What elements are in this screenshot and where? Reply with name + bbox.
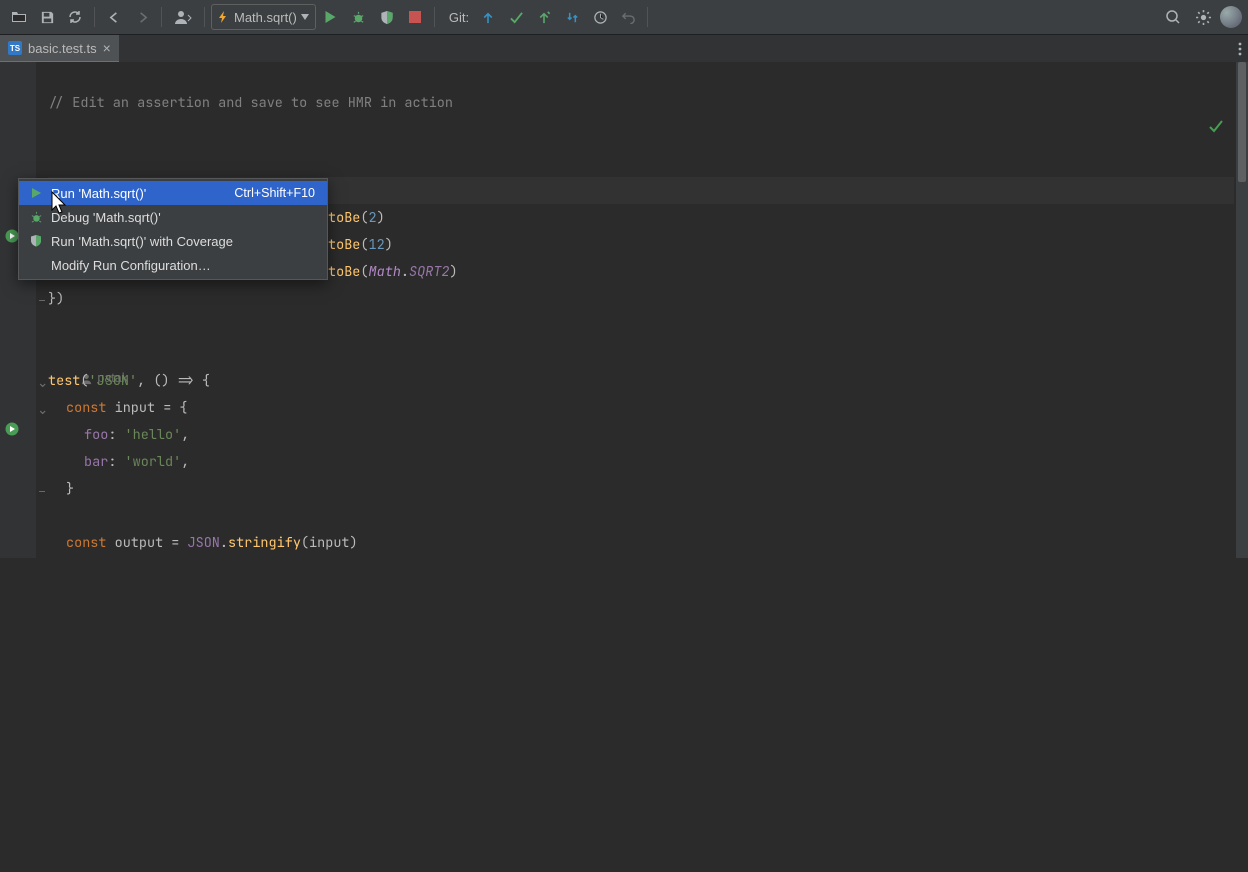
run-configuration-dropdown[interactable]: Math.sqrt() [211,4,316,30]
editor-tabs: TS basic.test.ts × [0,35,1248,64]
git-rollback-icon[interactable] [615,4,641,30]
save-icon[interactable] [34,4,60,30]
menu-coverage[interactable]: Run 'Math.sqrt()' with Coverage [19,229,327,253]
menu-label: Modify Run Configuration… [51,258,211,273]
menu-label: Run 'Math.sqrt()' with Coverage [51,234,233,249]
toolbar-separator [434,7,435,27]
chevron-down-icon [301,14,309,20]
coverage-icon [29,234,43,248]
run-config-label: Math.sqrt() [234,10,297,25]
back-icon[interactable] [101,4,127,30]
author-annotation[interactable]: patak [48,338,1234,365]
typescript-icon: TS [8,41,22,55]
code-line: test('JSON', () => { [48,368,1234,395]
run-icon[interactable] [318,4,344,30]
tab-filename: basic.test.ts [28,41,97,56]
git-history-icon[interactable] [587,4,613,30]
git-label: Git: [449,10,469,25]
fold-marker[interactable]: ⌄ [37,371,47,398]
main-toolbar: Math.sqrt() Git: [0,0,1248,35]
code-line: } [48,476,1234,503]
blank-icon [29,258,43,272]
tab-basic-test[interactable]: TS basic.test.ts × [0,35,119,63]
editor-gutter [0,62,36,558]
git-commit-icon[interactable] [503,4,529,30]
user-avatar[interactable] [1220,6,1242,28]
fold-marker[interactable]: – [37,288,47,315]
vertical-scrollbar[interactable] [1236,62,1248,558]
scroll-thumb[interactable] [1238,62,1246,182]
code-line: const output = JSON.stringify(input) [48,530,1234,557]
code-line: bar: 'world', [48,449,1234,476]
git-push-icon[interactable] [531,4,557,30]
tab-options-icon[interactable] [1238,35,1242,63]
right-toolbar [1160,4,1242,30]
fold-marker[interactable]: – [37,479,47,506]
code-line: }) [48,286,1234,313]
menu-shortcut: Ctrl+Shift+F10 [234,186,315,200]
user-icon[interactable] [168,4,198,30]
git-fetch-icon[interactable] [559,4,585,30]
run-icon [29,186,43,200]
sync-icon[interactable] [62,4,88,30]
code-line: const input = { [48,395,1234,422]
forward-icon[interactable] [129,4,155,30]
open-icon[interactable] [6,4,32,30]
git-update-icon[interactable] [475,4,501,30]
code-editor[interactable]: ⌄ – ⌄ ⌄ – // Edit an assertion and save … [0,62,1248,558]
coverage-icon[interactable] [374,4,400,30]
toolbar-separator [94,7,95,27]
author-annotation[interactable]: patak [48,145,1234,172]
lightning-icon [216,10,230,24]
menu-modify-config[interactable]: Modify Run Configuration… [19,253,327,277]
toolbar-separator [647,7,648,27]
settings-icon[interactable] [1190,4,1216,30]
code-line: foo: 'hello', [48,422,1234,449]
search-icon[interactable] [1160,4,1186,30]
stop-icon[interactable] [402,4,428,30]
toolbar-separator [204,7,205,27]
close-icon[interactable]: × [103,41,111,55]
mouse-cursor [50,190,70,216]
debug-icon [29,210,43,224]
code-line: // Edit an assertion and save to see HMR… [48,90,1234,117]
debug-icon[interactable] [346,4,372,30]
toolbar-separator [161,7,162,27]
fold-marker[interactable]: ⌄ [37,398,47,425]
